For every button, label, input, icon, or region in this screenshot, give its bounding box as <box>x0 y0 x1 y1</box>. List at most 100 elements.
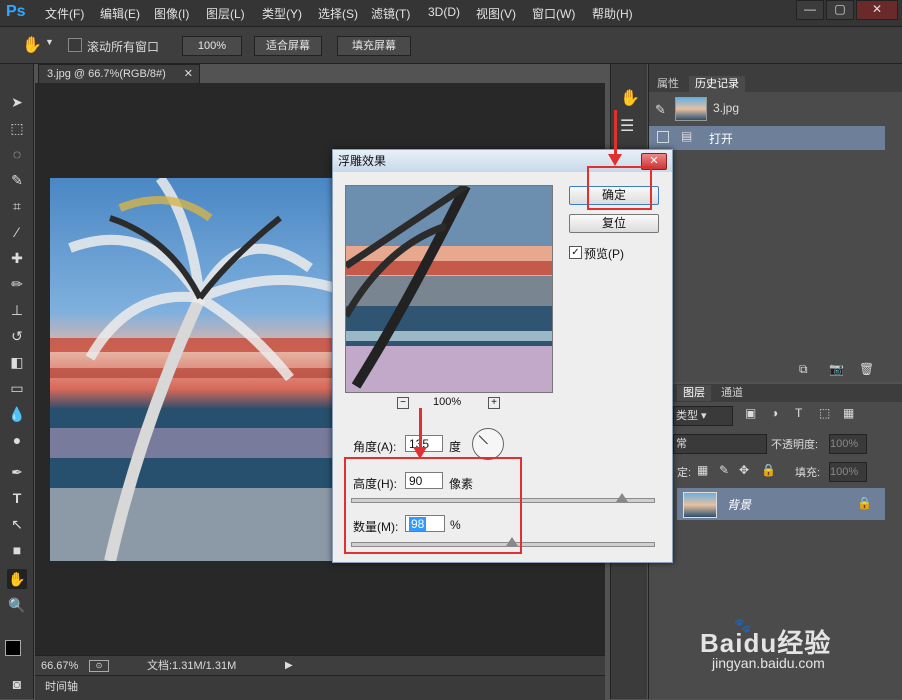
lock-all-icon[interactable]: 🔒 <box>761 463 776 477</box>
marquee-tool-icon[interactable]: ⬚ <box>7 118 27 138</box>
status-info-icon[interactable]: ⊙ <box>89 660 109 672</box>
tab-properties[interactable]: 属性 <box>651 76 685 92</box>
maximize-button[interactable]: ▢ <box>826 0 854 20</box>
path-select-tool-icon[interactable]: ↖ <box>7 514 27 534</box>
scroll-all-checkbox[interactable] <box>68 38 82 52</box>
history-brush-source-icon[interactable]: ✎ <box>655 102 666 118</box>
tab-history[interactable]: 历史记录 <box>689 76 745 92</box>
filter-preview[interactable] <box>345 185 553 393</box>
zoom-in-button[interactable]: + <box>488 397 500 409</box>
height-amount-highlight-box <box>344 457 522 554</box>
hand-tool-icon[interactable]: ✋ <box>7 569 27 589</box>
menu-file[interactable]: 文件(F) <box>45 5 84 22</box>
document-icon: ▤ <box>681 129 693 143</box>
arrow-to-sliders-head <box>413 447 427 459</box>
image-filter-icon[interactable]: ▣ <box>745 406 756 420</box>
reset-button[interactable]: 复位 <box>569 214 659 233</box>
menu-view[interactable]: 视图(V) <box>476 5 516 22</box>
history-checkbox[interactable] <box>657 131 669 143</box>
zoom-100-button[interactable]: 100% <box>182 36 242 56</box>
angle-dial[interactable] <box>472 428 504 460</box>
history-snapshot-thumbnail[interactable] <box>675 97 707 121</box>
menu-layer[interactable]: 图层(L) <box>206 5 245 22</box>
close-button[interactable]: ✕ <box>856 0 898 20</box>
embossed-beach-image <box>50 178 335 561</box>
quick-select-tool-icon[interactable]: ✎ <box>7 170 27 190</box>
fill-screen-button[interactable]: 填充屏幕 <box>337 36 411 56</box>
preview-label: 预览(P) <box>584 247 624 261</box>
arrow-to-ok-head <box>608 154 622 166</box>
menu-image[interactable]: 图像(I) <box>154 5 189 22</box>
eyedropper-tool-icon[interactable]: ⁄ <box>7 222 27 242</box>
properties-history-panel: 属性 历史记录 ✎ 3.jpg ▤ 打开 ⧉ 📷 🗑 <box>648 64 902 382</box>
lock-transparent-icon[interactable]: ▦ <box>697 463 708 477</box>
type-filter-icon[interactable]: T <box>795 406 802 420</box>
opacity-field[interactable]: 100% <box>829 434 867 454</box>
clone-stamp-tool-icon[interactable]: ⊥ <box>7 300 27 320</box>
lasso-tool-icon[interactable]: ◌ <box>7 144 27 164</box>
document-size: 文档:1.31M/1.31M <box>147 660 237 672</box>
smart-object-filter-icon[interactable]: ▦ <box>843 406 854 420</box>
lock-paint-icon[interactable]: ✎ <box>719 463 729 477</box>
dodge-tool-icon[interactable]: ● <box>7 430 27 450</box>
document-image[interactable] <box>50 178 335 561</box>
layer-filter-kind[interactable]: 类型 ▾ <box>673 406 733 426</box>
menu-filter[interactable]: 滤镜(T) <box>371 5 410 22</box>
menu-help[interactable]: 帮助(H) <box>592 5 633 22</box>
adjustment-filter-icon[interactable]: ◑ <box>771 406 778 420</box>
height-slider-thumb[interactable] <box>616 493 628 502</box>
history-item-open[interactable]: ▤ 打开 <box>649 126 885 150</box>
lock-move-icon[interactable]: ✥ <box>739 463 749 477</box>
ok-highlight-box <box>587 166 652 210</box>
history-snapshot-name[interactable]: 3.jpg <box>713 101 739 115</box>
tab-channels[interactable]: 通道 <box>715 385 749 401</box>
history-panel-icon[interactable]: ✋ <box>620 88 640 108</box>
angle-label: 角度(A): <box>353 440 397 454</box>
move-tool-icon[interactable]: ➤ <box>7 92 27 112</box>
fit-screen-button[interactable]: 适合屏幕 <box>254 36 322 56</box>
gradient-tool-icon[interactable]: ▭ <box>7 378 27 398</box>
status-menu-arrow-icon[interactable]: ▶ <box>285 656 293 676</box>
tools-panel: ➤ ⬚ ◌ ✎ ⌗ ⁄ ✚ ✏ ⊥ ↺ ◧ ▭ 💧 ● ✒ T ↖ ■ ✋ 🔍 … <box>0 64 34 699</box>
timeline-tab[interactable]: 时间轴 <box>45 676 78 698</box>
minimize-button[interactable]: — <box>796 0 824 20</box>
shape-tool-icon[interactable]: ■ <box>7 540 27 560</box>
eraser-tool-icon[interactable]: ◧ <box>7 352 27 372</box>
document-tab[interactable]: 3.jpg @ 66.7%(RGB/8#) ✕ <box>38 64 200 83</box>
preview-checkbox[interactable]: ✓ <box>569 246 582 259</box>
type-tool-icon[interactable]: T <box>7 488 27 508</box>
brush-tool-icon[interactable]: ✏ <box>7 274 27 294</box>
menu-type[interactable]: 类型(Y) <box>262 5 302 22</box>
tab-layers[interactable]: 图层 <box>677 385 711 401</box>
healing-brush-tool-icon[interactable]: ✚ <box>7 248 27 268</box>
arrow-to-sliders-line <box>419 408 422 448</box>
foreground-color-swatch[interactable] <box>5 640 21 656</box>
crop-tool-icon[interactable]: ⌗ <box>7 196 27 216</box>
new-document-from-state-icon[interactable]: ⧉ <box>799 362 808 377</box>
layer-name[interactable]: 背景 <box>727 496 751 513</box>
photoshop-logo: Ps <box>6 3 26 20</box>
zoom-tool-icon[interactable]: 🔍 <box>7 595 27 615</box>
zoom-out-button[interactable]: − <box>397 397 409 409</box>
blend-mode-select[interactable]: 常 <box>673 434 767 454</box>
menu-window[interactable]: 窗口(W) <box>532 5 575 22</box>
document-tab-title: 3.jpg @ 66.7%(RGB/8#) <box>47 68 166 80</box>
shape-filter-icon[interactable]: ⬚ <box>819 406 830 420</box>
lock-label: 定: <box>677 467 692 479</box>
quick-mask-icon[interactable]: ◙ <box>7 674 27 694</box>
menu-3d[interactable]: 3D(D) <box>428 5 460 19</box>
adjustments-panel-icon[interactable]: ☰ <box>620 116 634 136</box>
menu-select[interactable]: 选择(S) <box>318 5 358 22</box>
fill-field[interactable]: 100% <box>829 462 867 482</box>
menu-bar: Ps 文件(F) 编辑(E) 图像(I) 图层(L) 类型(Y) 选择(S) 滤… <box>0 0 902 27</box>
blur-tool-icon[interactable]: 💧 <box>7 404 27 424</box>
menu-edit[interactable]: 编辑(E) <box>100 5 140 22</box>
trash-icon[interactable]: 🗑 <box>859 362 874 376</box>
layer-row-background[interactable]: 背景 🔒 <box>677 488 885 520</box>
history-brush-tool-icon[interactable]: ↺ <box>7 326 27 346</box>
camera-icon[interactable]: 📷 <box>829 362 844 376</box>
close-tab-icon[interactable]: ✕ <box>184 65 193 84</box>
chevron-down-icon[interactable]: ▼ <box>45 37 54 47</box>
pen-tool-icon[interactable]: ✒ <box>7 462 27 482</box>
zoom-readout[interactable]: 66.67% <box>41 656 78 676</box>
